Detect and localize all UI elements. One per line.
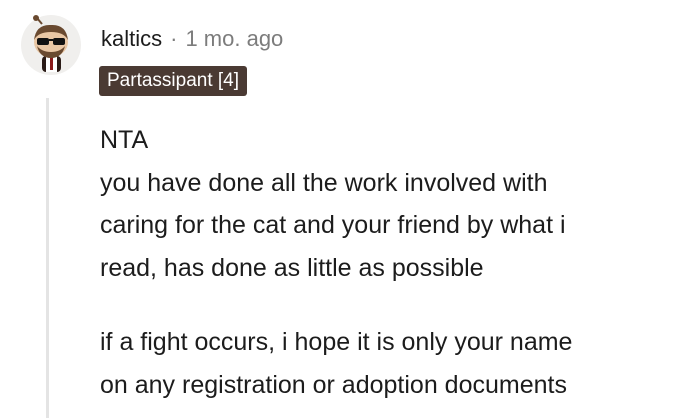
avatar[interactable] [20, 14, 82, 76]
comment-paragraph: if a fight occurs, i hope it is only you… [100, 321, 692, 406]
meta-separator: · [170, 26, 178, 51]
comment-line: read, has done as little as possible [100, 253, 484, 282]
user-flair-badge: Partassipant [4] [99, 66, 248, 96]
comment-line: if a fight occurs, i hope it is only you… [100, 328, 573, 356]
comment-line: you have done all the work involved with [100, 168, 548, 197]
comment-body: NTA you have done all the work involved … [100, 119, 692, 406]
comment-line: caring for the cat and your friend by wh… [100, 211, 566, 239]
timestamp[interactable]: 1 mo. ago [185, 26, 283, 52]
comment-line: NTA [100, 126, 149, 154]
comment-header: kaltics · 1 mo. ago [101, 24, 283, 54]
username-link[interactable]: kaltics [101, 26, 162, 52]
comment-line: on any registration or adoption document… [100, 370, 567, 399]
comment-paragraph: NTA you have done all the work involved … [100, 119, 692, 289]
thread-collapse-line[interactable] [46, 98, 49, 418]
snoo-avatar-icon [21, 15, 81, 75]
